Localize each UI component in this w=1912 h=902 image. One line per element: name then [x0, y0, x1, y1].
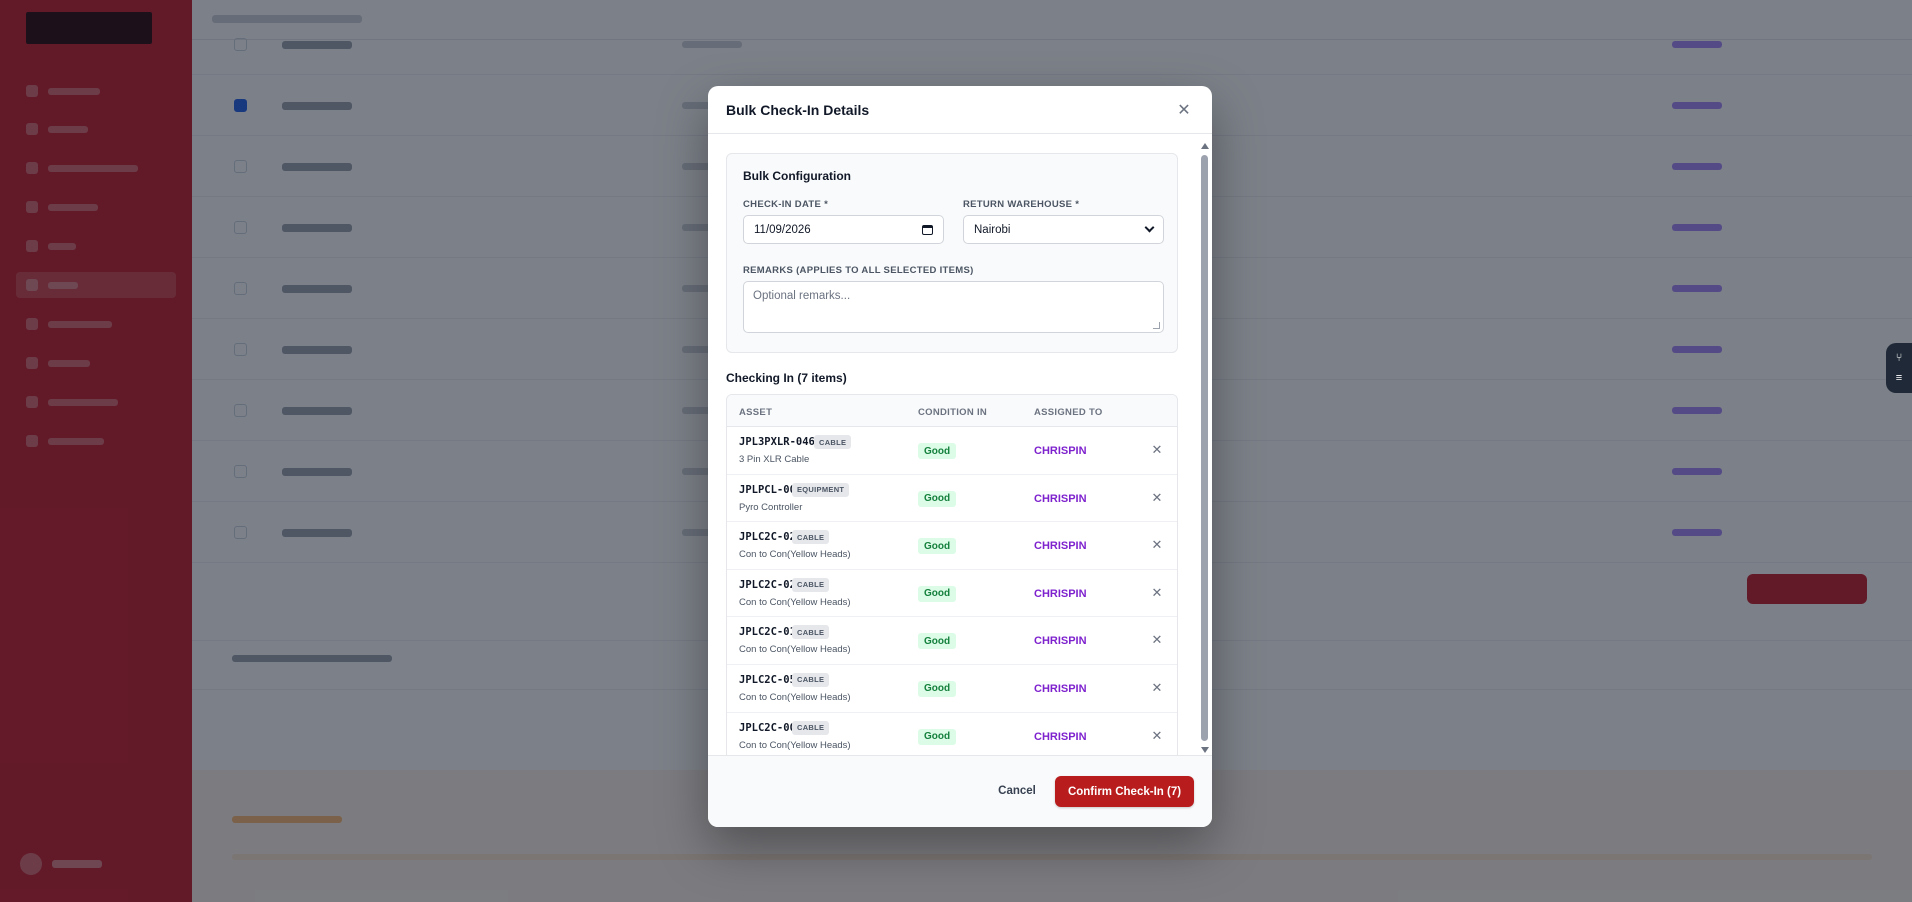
table-row: JPLC2C-019 CABLE Con to Con(Yellow Heads… — [727, 617, 1177, 665]
remove-item-icon[interactable]: ✕ — [1149, 632, 1165, 648]
assignee-name: CHRISPIN — [1034, 445, 1087, 457]
asset-type-badge: CABLE — [792, 672, 830, 687]
remove-item-icon[interactable]: ✕ — [1149, 585, 1165, 601]
table-row: JPLC2C-056 CABLE Con to Con(Yellow Heads… — [727, 665, 1177, 713]
resize-handle-icon[interactable] — [1153, 322, 1160, 329]
asset-type-badge: CABLE — [792, 530, 830, 545]
return-warehouse-select[interactable]: Nairobi — [963, 215, 1164, 244]
asset-code: JPL3PXLR-046 — [739, 436, 815, 448]
table-header: ASSET CONDITION IN ASSIGNED TO — [727, 395, 1177, 427]
condition-badge: Good — [918, 538, 957, 555]
asset-type-badge: CABLE — [792, 625, 830, 640]
table-row: JPLC2C-024 CABLE Con to Con(Yellow Heads… — [727, 522, 1177, 570]
condition-badge: Good — [918, 490, 957, 507]
asset-description: 3 Pin XLR Cable — [739, 454, 810, 465]
condition-badge: Good — [918, 443, 957, 459]
confirm-checkin-button[interactable]: Confirm Check-In (7) — [1055, 776, 1194, 807]
asset-description: Con to Con(Yellow Heads) — [739, 644, 851, 656]
table-row: JPLPCL-001 EQUIPMENT Pyro Controller Goo… — [727, 475, 1177, 523]
assignee-name: CHRISPIN — [1034, 540, 1087, 553]
column-header-asset: ASSET — [739, 407, 773, 418]
remarks-label: REMARKS (APPLIES TO ALL SELECTED ITEMS) — [743, 265, 974, 276]
remove-item-icon[interactable]: ✕ — [1149, 490, 1165, 506]
modal-body: Bulk Configuration CHECK-IN DATE * 11/09… — [708, 135, 1212, 755]
cancel-button[interactable]: Cancel — [994, 776, 1040, 806]
table-row: JPLC2C-025 CABLE Con to Con(Yellow Heads… — [727, 570, 1177, 618]
asset-description: Con to Con(Yellow Heads) — [739, 739, 851, 751]
scroll-up-icon[interactable] — [1201, 143, 1209, 149]
modal-header: Bulk Check-In Details ✕ — [708, 86, 1212, 134]
table-row: JPL3PXLR-046 CABLE 3 Pin XLR Cable Good … — [727, 427, 1177, 475]
condition-badge: Good — [918, 680, 957, 697]
config-title: Bulk Configuration — [743, 169, 851, 183]
return-warehouse-value: Nairobi — [974, 223, 1011, 236]
items-title: Checking In (7 items) — [726, 371, 847, 385]
scroll-down-icon[interactable] — [1201, 747, 1209, 753]
modal-scrollbar[interactable] — [1200, 143, 1210, 753]
bulk-checkin-modal: Bulk Check-In Details ✕ Bulk Configurati… — [708, 86, 1212, 827]
checkin-date-value: 11/09/2026 — [754, 223, 811, 236]
scrollbar-thumb[interactable] — [1201, 155, 1208, 741]
items-table: ASSET CONDITION IN ASSIGNED TO JPL3PXLR-… — [726, 394, 1178, 755]
modal-footer: Cancel Confirm Check-In (7) — [708, 755, 1212, 827]
return-warehouse-label: RETURN WAREHOUSE * — [963, 199, 1080, 210]
condition-badge: Good — [918, 633, 957, 650]
remarks-placeholder: Optional remarks... — [753, 290, 851, 302]
assignee-name: CHRISPIN — [1034, 635, 1087, 648]
assignee-name: CHRISPIN — [1034, 587, 1087, 600]
list-icon[interactable]: ≡ — [1896, 372, 1902, 384]
branch-icon[interactable]: ⑂ — [1896, 352, 1903, 364]
remove-item-icon[interactable]: ✕ — [1149, 442, 1165, 458]
asset-description: Con to Con(Yellow Heads) — [739, 596, 851, 608]
modal-title: Bulk Check-In Details — [726, 101, 870, 118]
column-header-condition: CONDITION IN — [918, 407, 988, 418]
asset-description: Con to Con(Yellow Heads) — [739, 549, 851, 561]
checkin-date-input[interactable]: 11/09/2026 — [743, 215, 944, 244]
condition-badge: Good — [918, 585, 957, 602]
asset-type-badge: CABLE — [814, 435, 852, 449]
close-icon[interactable]: ✕ — [1174, 100, 1194, 120]
asset-description: Pyro Controller — [739, 501, 803, 513]
remove-item-icon[interactable]: ✕ — [1149, 728, 1165, 744]
asset-type-badge: CABLE — [792, 577, 830, 592]
floating-tools[interactable]: ⑂ ≡ — [1886, 343, 1912, 393]
condition-badge: Good — [918, 728, 957, 745]
asset-description: Con to Con(Yellow Heads) — [739, 691, 851, 703]
checkin-date-label: CHECK-IN DATE * — [743, 199, 829, 210]
asset-type-badge: CABLE — [792, 720, 830, 735]
assignee-name: CHRISPIN — [1034, 682, 1087, 695]
bulk-configuration-panel: Bulk Configuration CHECK-IN DATE * 11/09… — [726, 153, 1178, 353]
assignee-name: CHRISPIN — [1034, 492, 1087, 505]
chevron-down-icon — [1144, 222, 1155, 233]
assignee-name: CHRISPIN — [1034, 730, 1087, 743]
column-header-assigned: ASSIGNED TO — [1034, 407, 1103, 418]
table-row: JPLC2C-001 CABLE Con to Con(Yellow Heads… — [727, 713, 1177, 755]
calendar-icon[interactable] — [922, 224, 933, 235]
remarks-textarea[interactable]: Optional remarks... — [743, 281, 1164, 333]
asset-type-badge: EQUIPMENT — [792, 482, 850, 497]
remove-item-icon[interactable]: ✕ — [1149, 680, 1165, 696]
remove-item-icon[interactable]: ✕ — [1149, 537, 1165, 553]
